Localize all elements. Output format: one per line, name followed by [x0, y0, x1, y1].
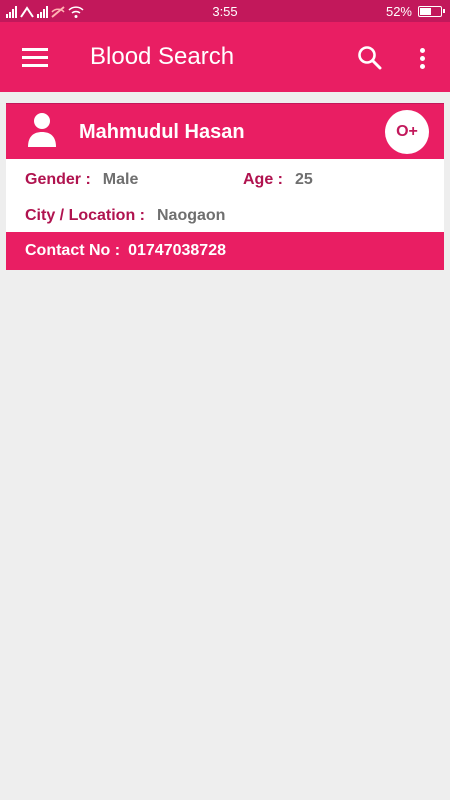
battery-percent: 52%	[385, 4, 412, 19]
more-vert-icon[interactable]	[413, 45, 431, 71]
search-icon[interactable]	[357, 45, 383, 71]
app-bar: Blood Search	[0, 22, 450, 92]
city-label: City / Location :	[25, 207, 145, 224]
donor-name: Mahmudul Hasan	[79, 121, 245, 143]
app-title: Blood Search	[90, 43, 235, 70]
gender-value: Male	[102, 171, 139, 188]
age-value: 25	[295, 171, 313, 188]
menu-icon[interactable]	[22, 47, 48, 67]
age-row: Age : 25	[243, 171, 313, 189]
gender-row: Gender : Male	[25, 171, 138, 189]
person-icon	[28, 113, 56, 147]
city-row: City / Location : Naogaon	[25, 207, 225, 225]
age-label: Age :	[243, 171, 283, 188]
city-value: Naogaon	[157, 207, 226, 224]
battery-icon	[418, 6, 445, 17]
donor-card[interactable]: Mahmudul Hasan O+ Gender : Male Age : 25 C…	[6, 103, 444, 270]
gender-label: Gender :	[25, 171, 91, 188]
status-bar: 3:55 52%	[0, 0, 450, 22]
status-time: 3:55	[212, 4, 238, 19]
blood-group-badge: O+	[385, 110, 429, 154]
contact-bar[interactable]: Contact No : 01747038728	[6, 232, 444, 270]
contact-value: 01747038728	[128, 242, 226, 259]
contact-label: Contact No :	[25, 242, 121, 259]
donor-card-header: Mahmudul Hasan O+	[6, 103, 444, 159]
